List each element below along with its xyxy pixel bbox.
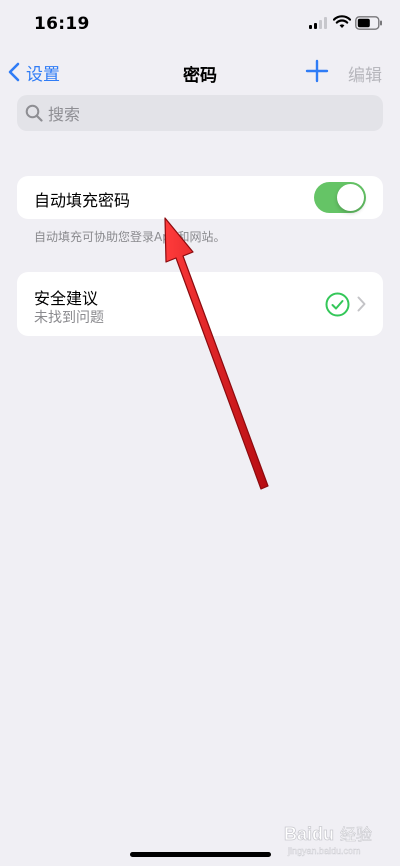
svg-text:jingyan.baidu.com: jingyan.baidu.com bbox=[287, 846, 361, 856]
search-input[interactable]: 搜索 bbox=[17, 95, 383, 131]
home-indicator[interactable] bbox=[130, 852, 271, 857]
autofill-passwords-toggle[interactable] bbox=[314, 182, 366, 213]
navigation-bar: 设置 密码 编辑 bbox=[0, 52, 400, 92]
search-icon bbox=[25, 104, 43, 122]
security-recommendations-status: 未找到问题 bbox=[34, 310, 104, 326]
autofill-footnote: 自动填充可协助您登录App和网站。 bbox=[34, 230, 226, 244]
add-icon[interactable] bbox=[304, 58, 330, 84]
baidu-jingyan-watermark-logo: Baidu 经验 jingyan.baidu.com bbox=[284, 824, 373, 857]
chevron-right-icon bbox=[357, 296, 366, 312]
svg-text:经验: 经验 bbox=[340, 825, 372, 844]
svg-text:Baidu: Baidu bbox=[284, 824, 334, 844]
autofill-passwords-label: 自动填充密码 bbox=[34, 191, 131, 210]
status-time: 16:19 bbox=[34, 14, 90, 34]
edit-button[interactable]: 编辑 bbox=[348, 61, 382, 86]
security-recommendations-row[interactable]: 安全建议 未找到问题 bbox=[17, 272, 383, 336]
security-recommendations-title: 安全建议 bbox=[34, 289, 99, 308]
autofill-passwords-row: 自动填充密码 bbox=[17, 176, 383, 219]
search-placeholder: 搜索 bbox=[48, 105, 81, 124]
cellular-signal-icon bbox=[309, 17, 327, 29]
checkmark-circle-icon bbox=[325, 292, 350, 317]
toggle-knob bbox=[337, 184, 364, 211]
wifi-icon bbox=[333, 15, 351, 28]
status-bar: 16:19 bbox=[0, 0, 400, 50]
battery-icon bbox=[355, 16, 382, 30]
page-title: 密码 bbox=[183, 66, 217, 86]
